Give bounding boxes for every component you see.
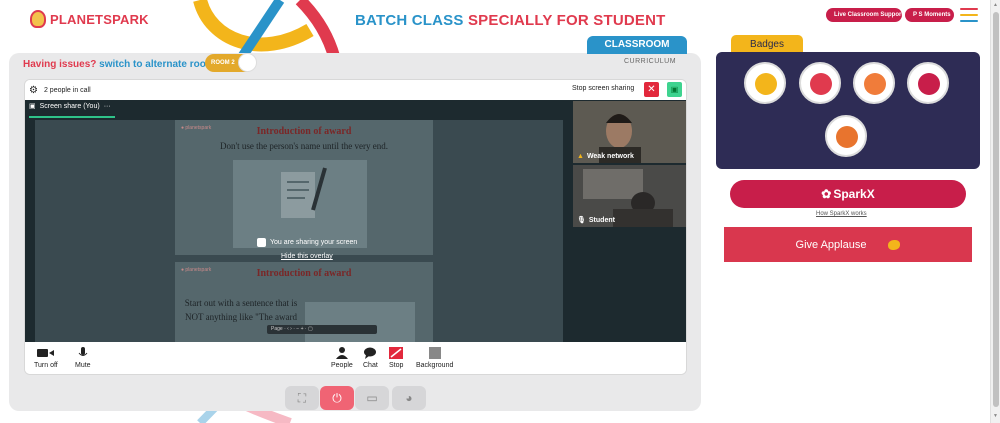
decorative-swoosh (193, 0, 340, 60)
microphone-icon: 🎙 (577, 217, 586, 224)
gear-icon[interactable]: ⚙ (29, 85, 38, 96)
video-stage: ▣ Screen share (You) ··· ● planetspark I… (25, 100, 686, 342)
screen-share-icon: ▣ (29, 103, 36, 110)
badges-panel (716, 52, 980, 169)
microphone-icon (78, 346, 88, 360)
camera-icon (36, 346, 55, 360)
camera-toggle-button[interactable]: Turn off (34, 346, 58, 369)
chat-icon (364, 346, 377, 360)
sparkx-icon: ✿ (821, 187, 832, 201)
meeting-controls: Turn off Mute People Chat Stop Backgroun… (25, 342, 686, 374)
slide-title: Introduction of award (256, 268, 352, 279)
issues-prompt: Having issues? switch to alternate room (23, 59, 215, 70)
slide-toolbar[interactable]: Page · ‹ › · − + · ▢ (267, 325, 377, 334)
background-button[interactable]: Background (416, 346, 453, 369)
sparkx-button[interactable]: ✿ SparkX (730, 180, 966, 208)
sharing-overlay: You are sharing your screen (257, 238, 357, 247)
people-count: 2 people in call (43, 86, 91, 94)
clapping-hand-icon (888, 239, 901, 250)
toggle-knob (238, 53, 257, 72)
shared-screen: ● planetspark Introduction of award Don'… (35, 120, 563, 342)
screen-share-tab[interactable]: ▣ Screen share (You) ··· (29, 102, 111, 111)
layout-button[interactable]: ▣ (667, 82, 682, 97)
chat-button[interactable]: Chat (363, 346, 378, 369)
screen-share-icon (257, 238, 266, 247)
brand-name: PLANETSPARK (50, 11, 149, 27)
weak-network-status: ▲ Weak network (577, 153, 634, 160)
more-icon[interactable]: ··· (104, 103, 111, 110)
slide-body: Start out with a sentence that is NOT an… (184, 298, 298, 322)
leave-class-button[interactable]: ⏻ (320, 386, 354, 410)
room-toggle[interactable]: ROOM 2 (205, 53, 257, 72)
meeting-window: ⚙ 2 people in call Stop screen sharing ✕… (24, 79, 687, 375)
slide-image (233, 160, 367, 248)
page-title: BATCH CLASS SPECIALLY FOR STUDENT (355, 12, 666, 29)
live-support-button[interactable]: Live Classroom Support (826, 8, 903, 22)
page-scrollbar[interactable]: ▲ ▼ (990, 0, 1000, 423)
give-applause-button[interactable]: Give Applause (724, 227, 972, 262)
participant-tile-student[interactable]: 🎙 Student (573, 165, 686, 227)
badge-5-icon[interactable] (825, 115, 867, 157)
laptop-icon: ▭ (366, 391, 378, 405)
scrollbar-thumb[interactable] (993, 12, 999, 407)
slide-1: ● planetspark Introduction of award Don'… (175, 120, 433, 255)
mute-button[interactable]: Mute (75, 346, 91, 369)
how-sparkx-works-link[interactable]: How SparkX works (816, 211, 867, 217)
scroll-up-icon[interactable]: ▲ (993, 2, 998, 8)
tab-underline (29, 116, 115, 118)
stop-sharing-button[interactable]: ✕ (644, 82, 659, 97)
tab-classroom[interactable]: CLASSROOM (587, 36, 687, 54)
stop-sharing-label: Stop screen sharing (572, 85, 635, 92)
document-icon (281, 167, 327, 218)
fullscreen-button[interactable]: ⛶ (285, 386, 319, 410)
slide-image (305, 302, 415, 342)
fullscreen-icon: ⛶ (297, 390, 307, 405)
slide-title: Introduction of award (256, 126, 352, 137)
stop-share-icon (389, 346, 404, 360)
stop-share-button[interactable]: Stop (389, 346, 403, 369)
moments-button[interactable]: P S Moments (905, 8, 954, 22)
people-button[interactable]: People (331, 346, 353, 369)
planetspark-logo[interactable]: PLANETSPARK (30, 10, 149, 28)
participant-tile-teacher[interactable]: ▲ Weak network (573, 101, 686, 163)
palette-icon: ◕ (405, 391, 413, 405)
background-icon (428, 346, 441, 360)
alternate-room-link[interactable]: switch to alternate room (99, 59, 215, 70)
hide-overlay-link[interactable]: Hide this overlay (281, 253, 333, 260)
screen-button[interactable]: ▭ (355, 386, 389, 410)
badge-1-icon[interactable] (744, 62, 786, 104)
participant-name: 🎙 Student (577, 216, 615, 225)
slide-subtitle: Don't use the person's name until the ve… (220, 141, 388, 151)
badge-3-icon[interactable] (853, 62, 895, 104)
theme-button[interactable]: ◕ (392, 386, 426, 410)
warning-icon: ▲ (577, 153, 584, 160)
badge-2-icon[interactable] (799, 62, 841, 104)
tab-curriculum[interactable]: CURRICULUM (624, 58, 676, 65)
mascot-icon (30, 10, 46, 28)
badge-4-icon[interactable] (907, 62, 949, 104)
power-icon: ⏻ (332, 390, 342, 405)
hamburger-icon[interactable] (960, 8, 978, 22)
people-icon (335, 346, 348, 360)
page: PLANETSPARK BATCH CLASS SPECIALLY FOR ST… (0, 0, 1000, 423)
scroll-down-icon[interactable]: ▼ (993, 413, 998, 419)
